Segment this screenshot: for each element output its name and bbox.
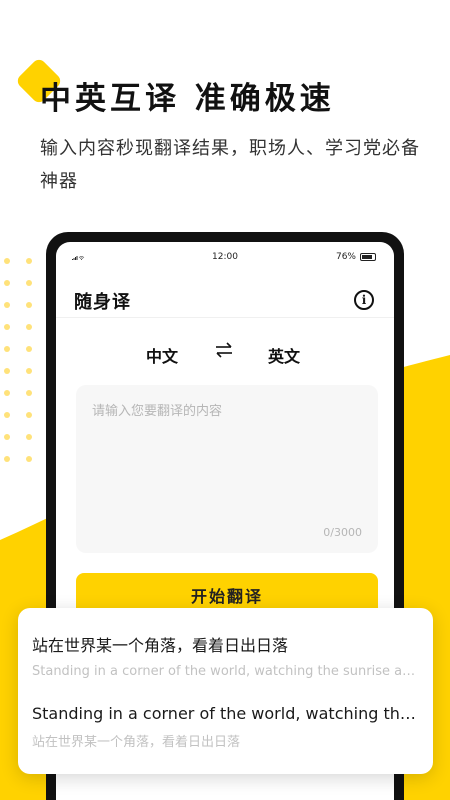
decorative-dot [4, 412, 10, 418]
input-placeholder: 请输入您要翻译的内容 [92, 404, 223, 419]
decorative-dot [26, 302, 32, 308]
decorative-dot-grid [0, 258, 40, 478]
decorative-dot [4, 280, 10, 286]
battery-percent: 76% [335, 252, 356, 262]
history-card: 站在世界某一个角落，看着日出日落 Standing in a corner of… [18, 608, 433, 774]
info-icon[interactable]: i [354, 290, 374, 310]
history-item-translation: Standing in a corner of the world, watch… [32, 664, 422, 679]
decorative-dot [4, 390, 10, 396]
decorative-dot [4, 368, 10, 374]
decorative-dot [26, 434, 32, 440]
decorative-dot [26, 456, 32, 462]
swap-arrows-icon[interactable] [214, 340, 234, 360]
app-bar: 随身译 i [56, 280, 394, 318]
decorative-dot [4, 258, 10, 264]
decorative-dot [4, 434, 10, 440]
history-item[interactable]: Standing in a corner of the world, watch… [32, 704, 422, 750]
decorative-dot [4, 302, 10, 308]
translation-input[interactable]: 请输入您要翻译的内容 0/3000 [76, 385, 378, 553]
battery-icon [360, 253, 376, 261]
history-item-text: 站在世界某一个角落，看着日出日落 [32, 636, 289, 655]
decorative-dot [4, 346, 10, 352]
subtitle: 输入内容秒现翻译结果，职场人、学习党必备神器 [40, 138, 420, 192]
decorative-dot [26, 390, 32, 396]
status-bar: 12:00 76% [56, 242, 394, 270]
character-counter: 0/3000 [323, 526, 362, 539]
decorative-dot [26, 280, 32, 286]
decorative-dot [4, 324, 10, 330]
history-item-text: Standing in a corner of the world, watch… [32, 704, 422, 723]
app-title: 随身译 [74, 292, 131, 313]
decorative-dot [26, 346, 32, 352]
decorative-dot [4, 456, 10, 462]
history-item[interactable]: 站在世界某一个角落，看着日出日落 Standing in a corner of… [32, 632, 422, 679]
decorative-dot [26, 368, 32, 374]
decorative-dot [26, 324, 32, 330]
target-language[interactable]: 英文 [268, 343, 300, 367]
headline-block: 中英互译 准确极速 [14, 56, 422, 120]
decorative-dot [26, 258, 32, 264]
source-language[interactable]: 中文 [146, 343, 178, 367]
headline: 中英互译 准确极速 [40, 81, 335, 117]
history-item-translation: 站在世界某一个角落，看着日出日落 [32, 735, 241, 750]
decorative-dot [26, 412, 32, 418]
language-selector: 中文 英文 [56, 338, 394, 368]
